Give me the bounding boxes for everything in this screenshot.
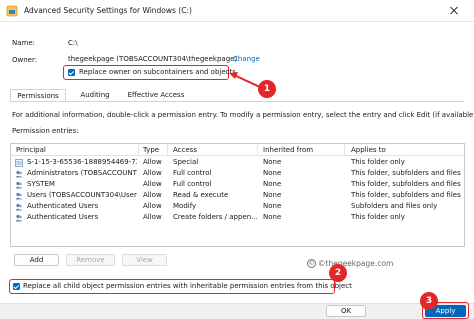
table-row[interactable]: SYSTEM Allow Full control None This fold… [11,179,464,190]
permission-entries-table[interactable]: Principal Type Access Inherited from App… [10,143,465,247]
owner-label: Owner: [12,56,38,64]
column-type[interactable]: Type [143,146,159,154]
cell-principal: Authenticated Users [27,202,99,210]
column-divider[interactable] [138,144,139,156]
watermark-text: ©thegeekpage.com [318,259,394,268]
cell-applies: This folder only [351,158,405,166]
cell-type: Allow [143,158,162,166]
title-bar: Advanced Security Settings for Windows (… [0,0,474,22]
security-shield-icon [6,5,18,17]
cell-applies: This folder only [351,213,405,221]
tab-divider [10,101,464,102]
dialog-footer [0,303,474,319]
users-icon [15,203,23,210]
users-icon [15,192,23,199]
cell-access: Read & execute [173,191,229,199]
users-icon [15,214,23,221]
column-applies-to[interactable]: Applies to [351,146,386,154]
cell-type: Allow [143,191,162,199]
sid-icon [15,158,23,167]
cell-type: Allow [143,213,162,221]
users-icon [15,181,23,188]
name-label: Name: [12,39,36,47]
cell-type: Allow [143,180,162,188]
cell-applies: This folder, subfolders and files [351,180,461,188]
table-row[interactable]: Administrators (TOBSACCOUNT3... Allow Fu… [11,168,464,179]
cell-principal: Users (TOBSACCOUNT304\Users) [27,191,137,199]
change-owner-link[interactable]: Change [233,55,260,63]
name-value: C:\ [68,39,78,47]
cell-applies: This folder, subfolders and files [351,191,461,199]
replace-child-entries-label: Replace all child object permission entr… [23,282,352,290]
close-button[interactable] [434,0,474,22]
step-marker-3: 3 [420,292,438,310]
add-button[interactable]: Add [14,254,59,266]
cell-inherited: None [263,191,282,199]
cell-inherited: None [263,202,282,210]
cell-access: Create folders / appen... [173,213,257,221]
column-divider[interactable] [344,144,345,156]
cell-access: Modify [173,202,197,210]
step-marker-2: 2 [329,264,347,282]
cell-inherited: None [263,169,282,177]
column-divider[interactable] [257,144,258,156]
info-text: For additional information, double-click… [12,111,474,119]
copyright-icon: © [307,259,316,268]
cell-access: Special [173,158,199,166]
permission-entries-label: Permission entries: [12,127,79,135]
cell-inherited: None [263,213,282,221]
cell-inherited: None [263,158,282,166]
cell-principal: S-1-15-3-65536-1888954469-739... [27,158,137,166]
cell-principal: Authenticated Users [27,213,99,221]
view-button[interactable]: View [122,254,167,266]
ok-button[interactable]: OK [326,305,366,317]
table-header: Principal Type Access Inherited from App… [11,144,464,156]
cell-access: Full control [173,169,212,177]
replace-child-entries-checkbox[interactable] [13,283,20,290]
cell-access: Full control [173,180,212,188]
replace-owner-label: Replace owner on subcontainers and objec… [79,68,236,76]
table-row[interactable]: S-1-15-3-65536-1888954469-739... Allow S… [11,157,464,168]
remove-button[interactable]: Remove [66,254,115,266]
replace-owner-checkbox[interactable] [68,69,75,76]
cell-principal: SYSTEM [27,180,55,188]
column-principal[interactable]: Principal [16,146,46,154]
table-row[interactable]: Authenticated Users Allow Create folders… [11,212,464,223]
table-row[interactable]: Authenticated Users Allow Modify None Su… [11,201,464,212]
cell-applies: Subfolders and files only [351,202,438,210]
column-divider[interactable] [167,144,168,156]
window-title: Advanced Security Settings for Windows (… [24,6,192,15]
step-marker-1: 1 [258,80,276,98]
table-row[interactable]: Users (TOBSACCOUNT304\Users) Allow Read … [11,190,464,201]
cell-type: Allow [143,169,162,177]
cell-type: Allow [143,202,162,210]
column-access[interactable]: Access [173,146,197,154]
cell-inherited: None [263,180,282,188]
cell-principal: Administrators (TOBSACCOUNT3... [27,169,137,177]
column-inherited-from[interactable]: Inherited from [263,146,313,154]
users-icon [15,170,23,177]
cell-applies: This folder, subfolders and files [351,169,461,177]
owner-value: thegeekpage (TOBSACCOUNT304\thegeekpage) [68,55,238,63]
